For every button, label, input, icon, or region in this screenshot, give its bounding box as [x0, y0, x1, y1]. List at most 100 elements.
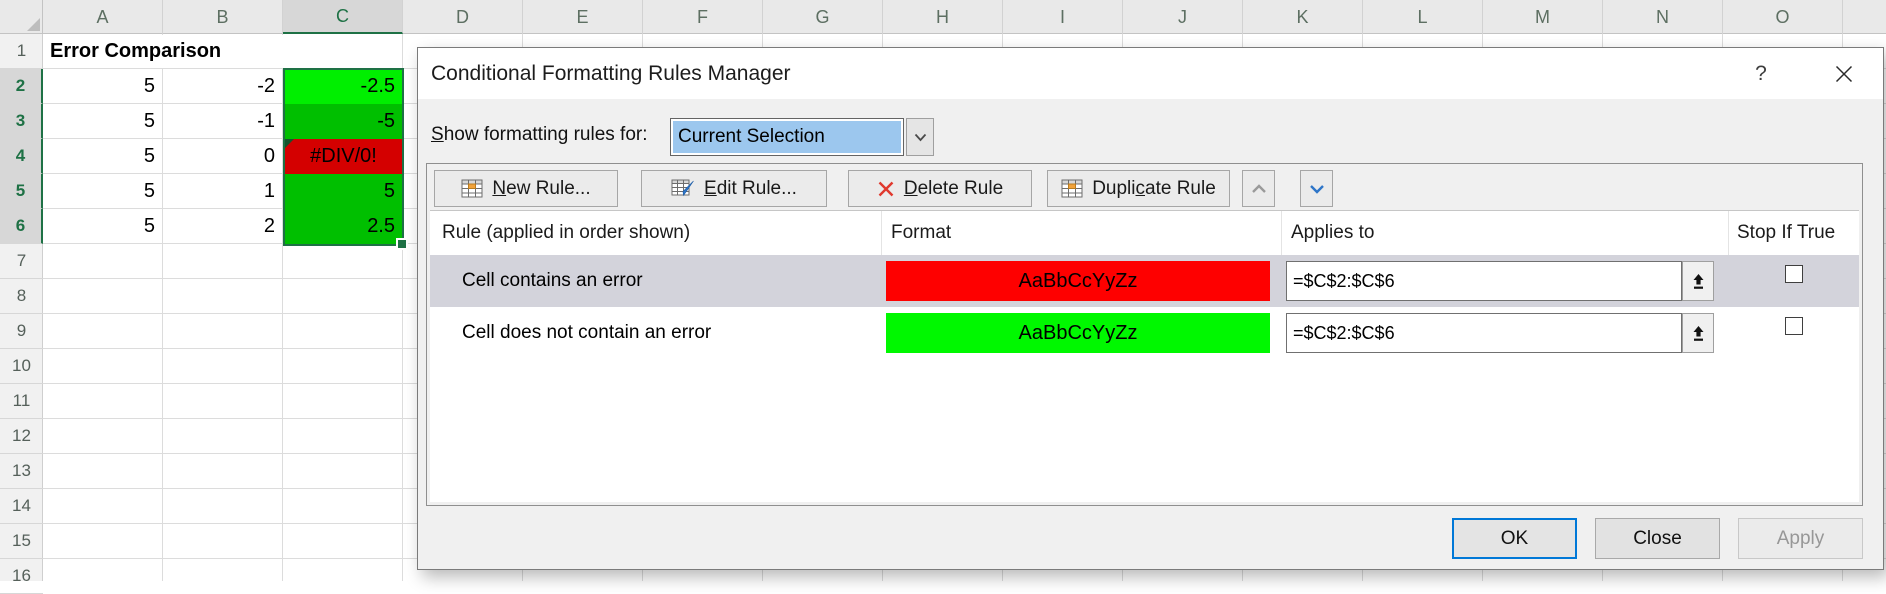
rule-format-cell: AaBbCcYyZz — [882, 307, 1282, 359]
row-header-10[interactable]: 10 — [0, 349, 43, 384]
column-header-E[interactable]: E — [523, 0, 643, 34]
applies-to-input[interactable] — [1286, 313, 1682, 353]
cell-A4[interactable]: 5 — [43, 139, 163, 174]
row-header-13[interactable]: 13 — [0, 454, 43, 489]
help-button[interactable]: ? — [1740, 48, 1782, 99]
scope-combobox[interactable]: Current Selection — [670, 118, 904, 156]
delete-rule-button[interactable]: Delete Rule — [848, 170, 1032, 207]
new-rule-label: New Rule... — [492, 178, 590, 200]
row-header-11[interactable]: 11 — [0, 384, 43, 419]
cell-A5[interactable]: 5 — [43, 174, 163, 209]
column-header-F[interactable]: F — [643, 0, 763, 34]
dialog-titlebar[interactable]: Conditional Formatting Rules Manager ? — [418, 48, 1883, 99]
chevron-up-icon — [1251, 184, 1267, 194]
rule-row-error[interactable]: Cell contains an error AaBbCcYyZz — [430, 255, 1859, 307]
rule-applies-cell — [1282, 307, 1729, 359]
duplicate-rule-button[interactable]: Duplicate Rule — [1047, 170, 1230, 207]
stop-if-true-checkbox[interactable] — [1785, 317, 1803, 335]
column-header-O[interactable]: O — [1723, 0, 1843, 34]
row-header-6[interactable]: 6 — [0, 209, 43, 244]
select-all-corner[interactable] — [0, 0, 43, 34]
rule-format-cell: AaBbCcYyZz — [882, 255, 1282, 307]
cell-C4[interactable]: #DIV/0! — [284, 139, 403, 174]
cell-A1[interactable]: Error Comparison — [44, 35, 283, 68]
column-header-J[interactable]: J — [1123, 0, 1243, 34]
row-header-5[interactable]: 5 — [0, 174, 43, 209]
collapse-dialog-arrow-icon — [1691, 325, 1706, 342]
cell-B3[interactable]: -1 — [163, 104, 283, 139]
cell-C6[interactable]: 2.5 — [284, 209, 403, 244]
row-header-15[interactable]: 15 — [0, 524, 43, 559]
row-header-8[interactable]: 8 — [0, 279, 43, 314]
row-header-3[interactable]: 3 — [0, 104, 43, 139]
row-header-2[interactable]: 2 — [0, 69, 43, 104]
column-header-I[interactable]: I — [1003, 0, 1123, 34]
chevron-down-icon — [1309, 184, 1325, 194]
red-x-icon — [877, 181, 895, 197]
applies-to-input[interactable] — [1286, 261, 1682, 301]
column-header-N[interactable]: N — [1603, 0, 1723, 34]
rules-list-header: Rule (applied in order shown) Format App… — [430, 211, 1859, 255]
cell-C5[interactable]: 5 — [284, 174, 403, 209]
table-pencil-icon — [671, 179, 695, 199]
scope-combobox-dropdown-button[interactable] — [906, 118, 934, 156]
column-header-L[interactable]: L — [1363, 0, 1483, 34]
column-header-applies-to: Applies to — [1282, 211, 1729, 255]
cell-B6[interactable]: 2 — [163, 209, 283, 244]
row-header-4[interactable]: 4 — [0, 139, 43, 174]
column-header-K[interactable]: K — [1243, 0, 1363, 34]
show-rules-for-label: Show formatting rules for: — [431, 124, 648, 146]
row-header-16[interactable]: 16 — [0, 559, 43, 594]
delete-rule-label: Delete Rule — [904, 178, 1003, 200]
column-header-C[interactable]: C — [283, 0, 403, 34]
rule-row-no-error[interactable]: Cell does not contain an error AaBbCcYyZ… — [430, 307, 1859, 359]
rules-list: Rule (applied in order shown) Format App… — [430, 210, 1859, 502]
rule-stop-cell — [1729, 307, 1859, 359]
column-headers: ABCDEFGHIJKLMNO — [0, 0, 1886, 34]
cell-A6[interactable]: 5 — [43, 209, 163, 244]
apply-button[interactable]: Apply — [1738, 518, 1863, 559]
column-header-H[interactable]: H — [883, 0, 1003, 34]
column-header-stop-if-true: Stop If True — [1729, 211, 1859, 255]
cell-B2[interactable]: -2 — [163, 69, 283, 104]
range-picker-button[interactable] — [1682, 313, 1714, 353]
question-mark-icon: ? — [1755, 62, 1767, 86]
duplicate-rule-label: Duplicate Rule — [1092, 178, 1216, 200]
row-header-12[interactable]: 12 — [0, 419, 43, 454]
column-header-A[interactable]: A — [43, 0, 163, 34]
edit-rule-label: Edit Rule... — [704, 178, 797, 200]
scope-combobox-value: Current Selection — [673, 121, 901, 153]
row-header-7[interactable]: 7 — [0, 244, 43, 279]
column-header-G[interactable]: G — [763, 0, 883, 34]
format-preview-swatch: AaBbCcYyZz — [886, 313, 1270, 353]
cell-B4[interactable]: 0 — [163, 139, 283, 174]
cell-B5[interactable]: 1 — [163, 174, 283, 209]
x-icon — [1835, 65, 1853, 83]
cell-C2[interactable]: -2.5 — [284, 69, 403, 104]
new-rule-button[interactable]: New Rule... — [434, 170, 618, 207]
column-header-D[interactable]: D — [403, 0, 523, 34]
row-header-9[interactable]: 9 — [0, 314, 43, 349]
column-header-B[interactable]: B — [163, 0, 283, 34]
rule-name: Cell contains an error — [430, 255, 882, 307]
table-grid-icon — [461, 179, 483, 198]
cf-rules-manager-dialog: Conditional Formatting Rules Manager ? S… — [417, 47, 1884, 570]
close-button[interactable] — [1820, 48, 1868, 99]
row-header-14[interactable]: 14 — [0, 489, 43, 524]
rule-name: Cell does not contain an error — [430, 307, 882, 359]
range-picker-button[interactable] — [1682, 261, 1714, 301]
stop-if-true-checkbox[interactable] — [1785, 265, 1803, 283]
edit-rule-button[interactable]: Edit Rule... — [641, 170, 827, 207]
close-dialog-button[interactable]: Close — [1595, 518, 1720, 559]
rule-applies-cell — [1282, 255, 1729, 307]
row-header-1[interactable]: 1 — [0, 34, 43, 69]
table-grid-icon — [1061, 179, 1083, 198]
cell-A3[interactable]: 5 — [43, 104, 163, 139]
cell-A2[interactable]: 5 — [43, 69, 163, 104]
move-rule-down-button[interactable] — [1300, 170, 1333, 207]
cell-C3[interactable]: -5 — [284, 104, 403, 139]
move-rule-up-button[interactable] — [1242, 170, 1275, 207]
ok-button[interactable]: OK — [1452, 518, 1577, 559]
format-preview-swatch: AaBbCcYyZz — [886, 261, 1270, 301]
column-header-M[interactable]: M — [1483, 0, 1603, 34]
